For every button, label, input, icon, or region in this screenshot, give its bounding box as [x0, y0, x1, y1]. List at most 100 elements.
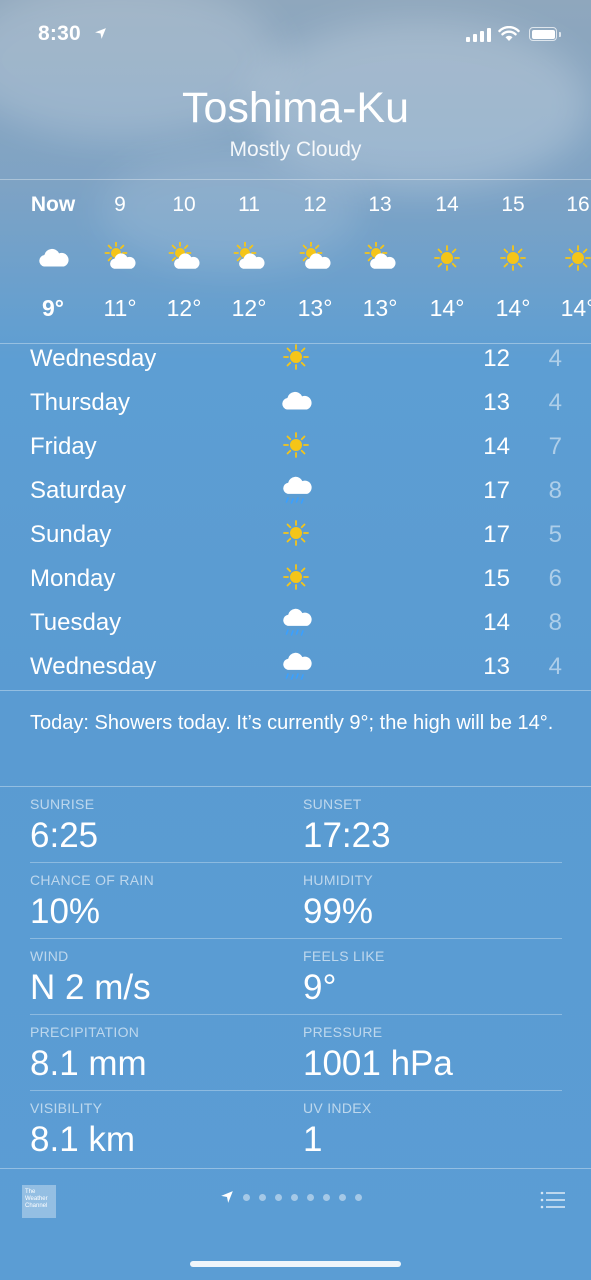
detail-feels-like: FEELS LIKE 9°	[303, 948, 563, 1008]
hour-label: 10	[172, 193, 196, 216]
sun-icon	[497, 242, 529, 274]
page-dot[interactable]	[307, 1193, 314, 1201]
page-dot[interactable]	[243, 1193, 250, 1201]
day-high: 14	[483, 433, 510, 460]
day-high: 12	[483, 345, 510, 372]
day-low: 4	[548, 389, 562, 416]
detail-humidity: HUMIDITY 99%	[303, 872, 563, 932]
detail-label: WIND	[30, 948, 69, 964]
divider	[0, 690, 591, 691]
rain-cloud-icon	[280, 649, 312, 681]
day-name: Wednesday	[30, 653, 157, 680]
detail-chance-of-rain: CHANCE OF RAIN 10%	[30, 872, 290, 932]
page-dot[interactable]	[355, 1193, 362, 1201]
status-bar: 8:30	[0, 0, 591, 70]
sun-icon	[280, 429, 312, 461]
divider	[30, 938, 562, 939]
detail-value: 8.1 mm	[30, 1044, 147, 1083]
hour-label: 14	[435, 193, 459, 216]
page-dot[interactable]	[291, 1193, 298, 1201]
hour-temperature: 9°	[42, 295, 64, 321]
page-dot[interactable]	[339, 1193, 346, 1201]
day-name: Sunday	[30, 521, 112, 548]
detail-value: N 2 m/s	[30, 968, 151, 1007]
detail-label: UV INDEX	[303, 1100, 372, 1116]
weather-channel-logo[interactable]: The Weather Channel	[22, 1185, 56, 1218]
sun-icon	[280, 561, 312, 593]
hour-temperature: 14°	[560, 295, 591, 321]
day-name: Saturday	[30, 477, 127, 504]
hourly-forecast[interactable]: Now 9° 9 11° 10 12° 11 12° 12 13° 13 13° 14 14° 15 14° 1…	[0, 180, 591, 343]
rain-cloud-icon	[280, 605, 312, 637]
detail-value: 1001 hPa	[303, 1044, 453, 1083]
day-low: 8	[548, 609, 562, 636]
detail-value: 9°	[303, 968, 337, 1007]
hour-temperature: 12°	[166, 295, 202, 321]
day-name: Thursday	[30, 389, 131, 416]
detail-value: 10%	[30, 892, 101, 931]
current-condition: Mostly Cloudy	[229, 138, 362, 161]
home-indicator[interactable]	[190, 1261, 401, 1267]
page-dot[interactable]	[275, 1193, 282, 1201]
sun-icon	[562, 242, 591, 274]
detail-value: 17:23	[303, 816, 391, 855]
hour-label: 15	[501, 193, 525, 216]
day-high: 13	[483, 653, 510, 680]
hour-label: 9	[114, 193, 126, 216]
detail-label: CHANCE OF RAIN	[30, 872, 154, 888]
detail-label: FEELS LIKE	[303, 948, 385, 964]
wifi-icon	[498, 26, 520, 41]
divider	[0, 786, 591, 787]
detail-label: SUNRISE	[30, 796, 95, 812]
day-low: 6	[548, 565, 562, 592]
day-name: Friday	[30, 433, 97, 460]
hour-temperature: 14°	[495, 295, 531, 321]
status-time: 8:30	[38, 22, 81, 45]
city-name: Toshima-Ku	[181, 84, 410, 132]
page-indicator[interactable]	[220, 1190, 362, 1204]
detail-value: 1	[303, 1120, 323, 1159]
detail-label: VISIBILITY	[30, 1100, 103, 1116]
battery-icon	[529, 27, 557, 41]
day-low: 7	[548, 433, 562, 460]
sun-icon	[280, 341, 312, 373]
partly-sunny-icon	[104, 241, 136, 274]
daily-row: Tuesday 14 8	[0, 608, 591, 653]
sun-icon	[280, 517, 312, 549]
cloud-icon	[37, 242, 69, 274]
detail-label: PRECIPITATION	[30, 1024, 140, 1040]
hour-temperature: 11°	[103, 295, 137, 321]
divider	[30, 1014, 562, 1015]
hour-label: 16	[566, 193, 590, 216]
detail-label: SUNSET	[303, 796, 362, 812]
detail-value: 6:25	[30, 816, 99, 855]
divider	[30, 862, 562, 863]
daily-row: Saturday 17 8	[0, 476, 591, 521]
cellular-signal-icon	[466, 28, 491, 42]
detail-uv-index: UV INDEX 1	[303, 1100, 563, 1160]
divider	[0, 1168, 591, 1169]
location-arrow-icon	[221, 1191, 233, 1203]
day-low: 4	[548, 345, 562, 372]
daily-row: Monday 15 6	[0, 564, 591, 609]
page-dot[interactable]	[323, 1193, 330, 1201]
hour-label: 11	[238, 193, 260, 216]
page-dot[interactable]	[259, 1193, 266, 1201]
detail-pressure: PRESSURE 1001 hPa	[303, 1024, 563, 1084]
detail-wind: WIND N 2 m/s	[30, 948, 290, 1008]
day-high: 17	[483, 477, 510, 504]
day-name: Monday	[30, 565, 116, 592]
detail-sunrise: SUNRISE 6:25	[30, 796, 290, 856]
detail-visibility: VISIBILITY 8.1 km	[30, 1100, 290, 1160]
divider	[30, 1090, 562, 1091]
list-icon[interactable]	[540, 1190, 566, 1210]
day-name: Tuesday	[30, 609, 122, 636]
day-high: 13	[483, 389, 510, 416]
detail-precipitation: PRECIPITATION 8.1 mm	[30, 1024, 290, 1084]
sun-icon	[431, 242, 463, 274]
hour-label: 12	[303, 193, 327, 216]
partly-sunny-icon	[364, 241, 396, 274]
daily-row: Wednesday 12 4	[0, 344, 591, 389]
partly-sunny-icon	[168, 241, 200, 274]
day-low: 8	[548, 477, 562, 504]
